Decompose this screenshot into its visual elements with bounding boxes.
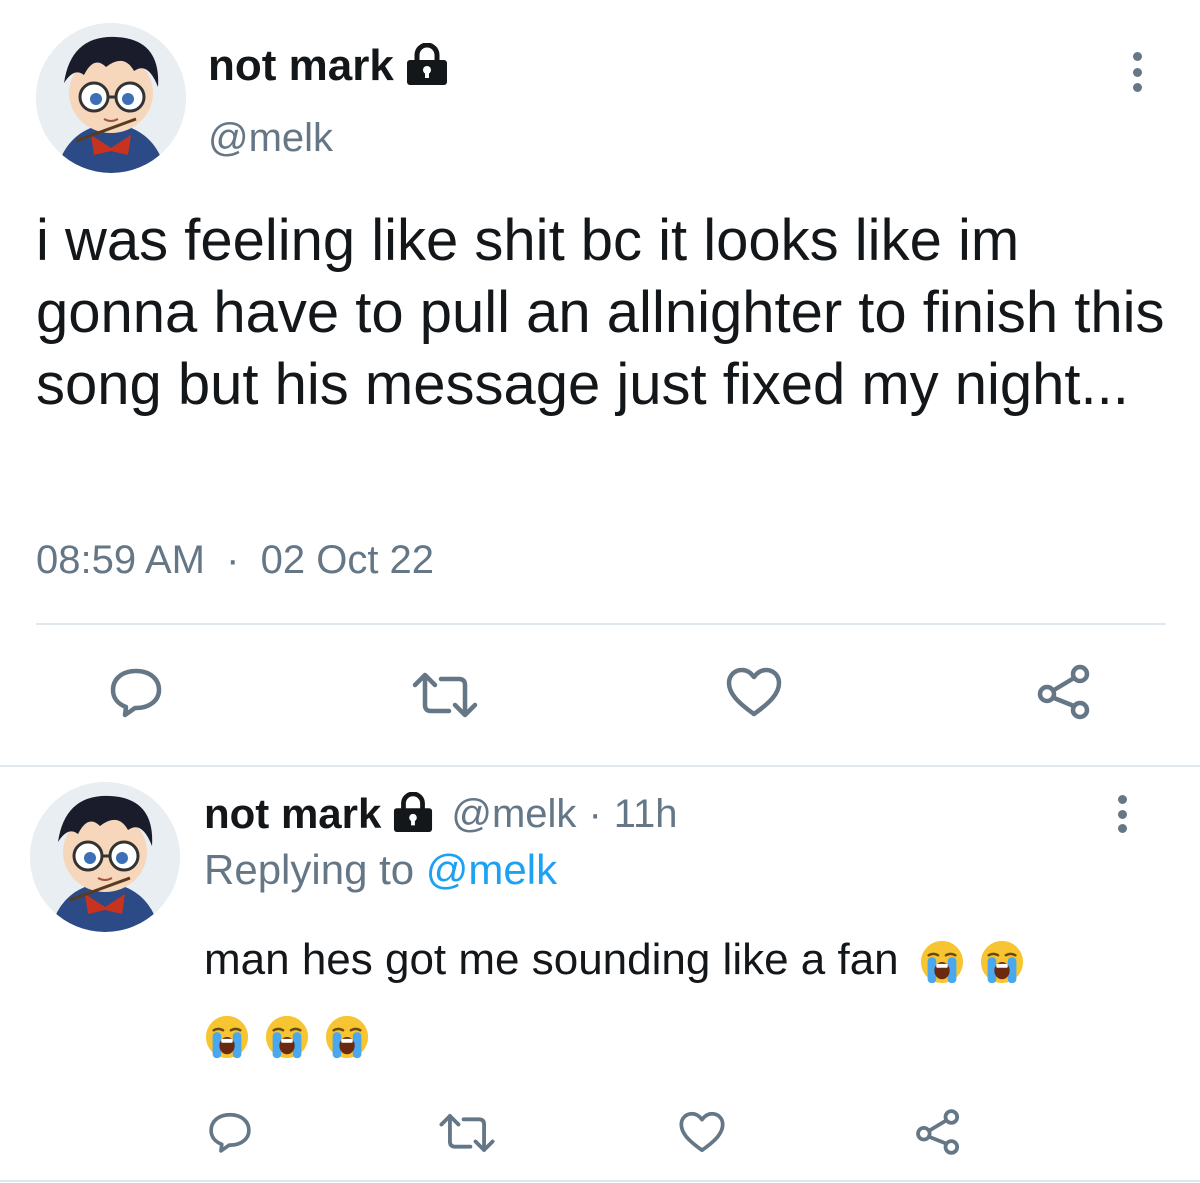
share-button[interactable] (1028, 660, 1100, 724)
reply-like-button[interactable] (672, 1105, 732, 1159)
retweet-button[interactable] (405, 665, 485, 725)
replying-to-label: Replying to (204, 846, 415, 893)
lock-icon (391, 791, 435, 837)
reply-icon (209, 1112, 251, 1153)
reply-icon (110, 668, 162, 718)
loudly-crying-face-icon (980, 941, 1023, 984)
more-options-button[interactable] (1130, 52, 1144, 92)
main-tweet-text: i was feeling like shit bc it looks like… (36, 208, 1165, 417)
loudly-crying-face-icon (265, 1015, 309, 1059)
heart-icon (679, 1111, 725, 1153)
reply-age[interactable]: 11h (614, 792, 678, 837)
reply-more-options-button[interactable] (1115, 795, 1129, 833)
reply-display-name[interactable]: not mark (204, 790, 381, 838)
main-time: 08:59 AM (36, 538, 206, 582)
reply-button[interactable] (100, 662, 172, 722)
main-divider (36, 623, 1166, 625)
retweet-icon (439, 1114, 495, 1152)
reply-share-button[interactable] (908, 1104, 968, 1160)
reply-avatar[interactable] (30, 782, 180, 932)
share-icon (916, 1109, 960, 1155)
like-button[interactable] (718, 662, 790, 722)
reply-emoji-line (204, 1012, 370, 1062)
loudly-crying-face-icon (325, 1015, 369, 1059)
main-author[interactable]: not mark (208, 38, 450, 94)
reply-reply-button[interactable] (200, 1105, 260, 1159)
more-vertical-icon (1132, 52, 1142, 61)
loudly-crying-face-icon (920, 941, 963, 984)
main-handle[interactable]: @melk (208, 116, 333, 161)
reply-header: not mark @melk · 11h (204, 786, 678, 842)
loudly-crying-face-icon (205, 1015, 249, 1059)
main-dot: · (226, 538, 240, 582)
main-date: 02 Oct 22 (260, 538, 435, 582)
reply-tweet-body: man hes got me sounding like a fan (204, 926, 1144, 994)
reply-handle[interactable]: @melk (451, 792, 576, 837)
reply-tweet-text: man hes got me sounding like a fan (204, 935, 899, 984)
main-timestamp[interactable]: 08:59 AM · 02 Oct 22 (36, 538, 434, 583)
bottom-divider (0, 1180, 1200, 1182)
more-vertical-icon (1117, 795, 1127, 804)
reply-retweet-button[interactable] (432, 1108, 502, 1158)
reply-dot: · (588, 791, 602, 836)
section-divider (0, 765, 1200, 767)
main-display-name[interactable]: not mark (208, 41, 394, 91)
share-icon (1037, 664, 1090, 720)
lock-icon (404, 42, 450, 90)
heart-icon (726, 667, 782, 717)
replying-to: Replying to @melk (204, 846, 557, 894)
replying-to-handle-link[interactable]: @melk (426, 846, 557, 893)
retweet-icon (412, 672, 478, 718)
main-avatar[interactable] (36, 23, 186, 173)
